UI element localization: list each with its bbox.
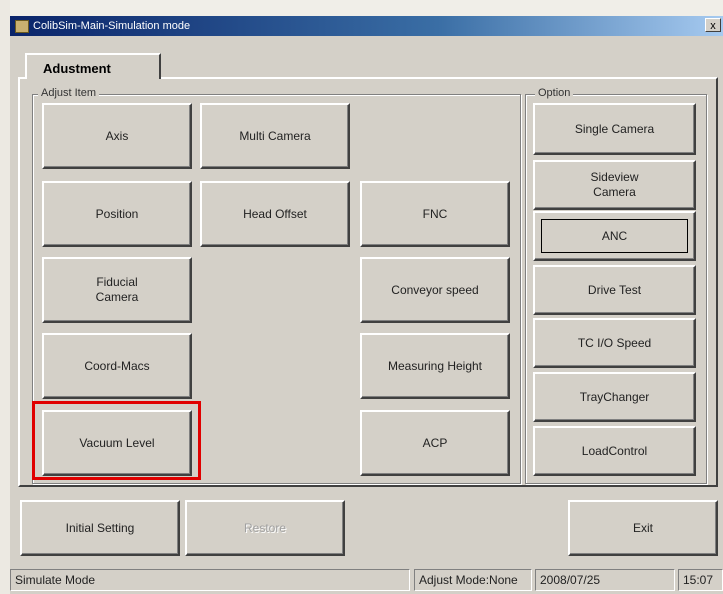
tray-changer-button[interactable]: TrayChanger bbox=[533, 372, 696, 422]
option-label: Option bbox=[535, 87, 574, 99]
sideview-camera-button[interactable]: Sideview Camera bbox=[533, 160, 696, 210]
initial-setting-button[interactable]: Initial Setting bbox=[20, 500, 180, 556]
conveyor-speed-button[interactable]: Conveyor speed bbox=[360, 257, 510, 323]
status-bar: Simulate Mode Adjust Mode:None 2008/07/2… bbox=[10, 566, 723, 592]
single-camera-button[interactable]: Single Camera bbox=[533, 103, 696, 155]
desktop-top-edge bbox=[0, 0, 723, 16]
load-control-button[interactable]: LoadControl bbox=[533, 426, 696, 476]
highlight-box bbox=[32, 401, 201, 480]
coord-macs-button[interactable]: Coord-Macs bbox=[42, 333, 192, 399]
window-title: ColibSim-Main-Simulation mode bbox=[33, 20, 191, 32]
title-bar: ColibSim-Main-Simulation mode x bbox=[10, 16, 723, 36]
exit-button[interactable]: Exit bbox=[568, 500, 718, 556]
fiducial-camera-button[interactable]: Fiducial Camera bbox=[42, 257, 192, 323]
tc-io-speed-button[interactable]: TC I/O Speed bbox=[533, 318, 696, 368]
multi-camera-button[interactable]: Multi Camera bbox=[200, 103, 350, 169]
tab-adjustment[interactable]: Adustment bbox=[25, 53, 161, 79]
status-date: 2008/07/25 bbox=[535, 569, 675, 591]
desktop-left-edge bbox=[0, 0, 10, 594]
adjust-item-label: Adjust Item bbox=[38, 87, 100, 99]
drive-test-button[interactable]: Drive Test bbox=[533, 265, 696, 315]
fnc-button[interactable]: FNC bbox=[360, 181, 510, 247]
restore-button: Restore bbox=[185, 500, 345, 556]
close-icon[interactable]: x bbox=[705, 18, 721, 32]
measuring-height-button[interactable]: Measuring Height bbox=[360, 333, 510, 399]
app-icon bbox=[15, 19, 29, 33]
anc-button[interactable]: ANC bbox=[533, 211, 696, 261]
head-offset-button[interactable]: Head Offset bbox=[200, 181, 350, 247]
status-mode: Simulate Mode bbox=[10, 569, 410, 591]
status-adjust-mode: Adjust Mode:None bbox=[414, 569, 532, 591]
acp-button[interactable]: ACP bbox=[360, 410, 510, 476]
axis-button[interactable]: Axis bbox=[42, 103, 192, 169]
position-button[interactable]: Position bbox=[42, 181, 192, 247]
status-time: 15:07 bbox=[678, 569, 723, 591]
